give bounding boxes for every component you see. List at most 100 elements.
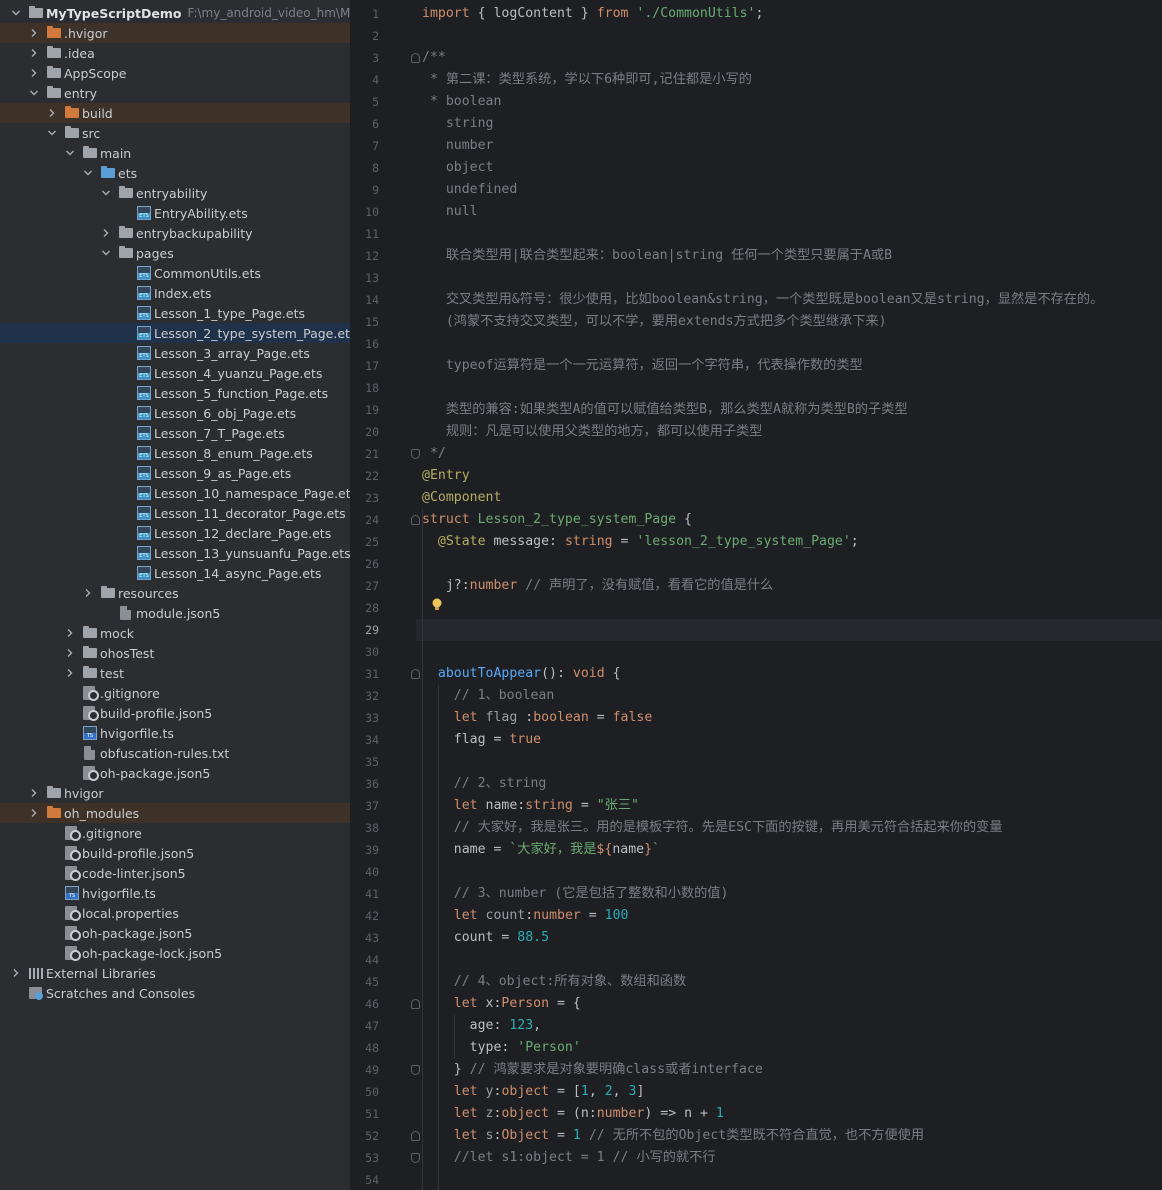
tree-item[interactable]: .gitignore [0, 823, 350, 843]
code-line[interactable]: import { logContent } from './CommonUtil… [422, 3, 763, 25]
tree-item[interactable]: External Libraries [0, 963, 350, 983]
code-line[interactable]: flag = true [422, 729, 541, 751]
code-line[interactable]: name = `大家好，我是${name}` [422, 839, 660, 861]
fold-marker-icon[interactable] [411, 53, 420, 63]
chevron-right-icon[interactable] [46, 107, 58, 119]
code-line[interactable]: j?:number // 声明了，没有赋值，看看它的值是什么 [422, 575, 773, 597]
code-line[interactable]: (鸿蒙不支持交叉类型，可以不学，要用extends方式把多个类型继承下来) [422, 311, 887, 333]
tree-item[interactable]: Lesson_2_type_system_Page.ets [0, 323, 350, 343]
code-line[interactable]: 规则：凡是可以使用父类型的地方，都可以使用子类型 [422, 421, 763, 443]
code-line[interactable]: @State message: string = 'lesson_2_type_… [422, 531, 859, 553]
code-line[interactable]: typeof运算符是一个一元运算符，返回一个字符串，代表操作数的类型 [422, 355, 863, 377]
chevron-down-icon[interactable] [64, 147, 76, 159]
code-line[interactable]: // 4、object:所有对象、数组和函数 [422, 971, 686, 993]
tree-item[interactable]: entryability [0, 183, 350, 203]
tree-item[interactable]: .hvigor [0, 23, 350, 43]
chevron-down-icon[interactable] [28, 87, 40, 99]
chevron-right-icon[interactable] [28, 787, 40, 799]
tree-item[interactable]: main [0, 143, 350, 163]
tree-item[interactable]: EntryAbility.ets [0, 203, 350, 223]
tree-item[interactable]: Lesson_14_async_Page.ets [0, 563, 350, 583]
fold-marker-icon[interactable] [411, 1131, 420, 1141]
tree-item[interactable]: hvigor [0, 783, 350, 803]
code-line[interactable]: @Component [422, 487, 501, 509]
code-line[interactable]: //let s1:object = 1 // 小写的就不行 [422, 1147, 716, 1169]
chevron-right-icon[interactable] [82, 587, 94, 599]
code-line[interactable]: @Entry [422, 465, 470, 487]
tree-item[interactable]: Lesson_6_obj_Page.ets [0, 403, 350, 423]
code-line[interactable]: } // 鸿蒙要求是对象要明确class或者interface [422, 1059, 763, 1081]
chevron-down-icon[interactable] [46, 127, 58, 139]
fold-marker-icon[interactable] [411, 999, 420, 1009]
tree-item[interactable]: ets [0, 163, 350, 183]
chevron-down-icon[interactable] [10, 7, 22, 19]
code-line[interactable]: string [422, 113, 494, 135]
tree-item[interactable]: Lesson_9_as_Page.ets [0, 463, 350, 483]
tree-item[interactable]: Lesson_7_T_Page.ets [0, 423, 350, 443]
tree-item[interactable]: ohosTest [0, 643, 350, 663]
tree-item[interactable]: .gitignore [0, 683, 350, 703]
tree-item[interactable]: Lesson_5_function_Page.ets [0, 383, 350, 403]
tree-item[interactable]: mock [0, 623, 350, 643]
chevron-right-icon[interactable] [64, 667, 76, 679]
chevron-right-icon[interactable] [28, 47, 40, 59]
tree-item[interactable]: Scratches and Consoles [0, 983, 350, 1003]
code-line[interactable]: type: 'Person' [422, 1037, 581, 1059]
code-line[interactable]: undefined [422, 179, 517, 201]
chevron-right-icon[interactable] [28, 807, 40, 819]
code-line[interactable]: let y:object = [1, 2, 3] [422, 1081, 645, 1103]
chevron-right-icon[interactable] [10, 967, 22, 979]
tree-item[interactable]: local.properties [0, 903, 350, 923]
tree-item[interactable]: entry [0, 83, 350, 103]
tree-item[interactable]: oh-package-lock.json5 [0, 943, 350, 963]
tree-item[interactable]: Lesson_4_yuanzu_Page.ets [0, 363, 350, 383]
chevron-down-icon[interactable] [100, 187, 112, 199]
tree-item[interactable]: AppScope [0, 63, 350, 83]
tree-item[interactable]: hvigorfile.ts [0, 723, 350, 743]
code-line[interactable]: age: 123, [422, 1015, 542, 1037]
tree-item[interactable]: CommonUtils.ets [0, 263, 350, 283]
tree-item[interactable]: oh_modules [0, 803, 350, 823]
tree-item[interactable]: build-profile.json5 [0, 843, 350, 863]
tree-item[interactable]: oh-package.json5 [0, 923, 350, 943]
code-line[interactable]: let x:Person = { [422, 993, 581, 1015]
chevron-right-icon[interactable] [100, 227, 112, 239]
code-line[interactable]: 类型的兼容:如果类型A的值可以赋值给类型B，那么类型A就称为类型B的子类型 [422, 399, 908, 421]
code-line[interactable]: // 3、number (它是包括了整数和小数的值) [422, 883, 729, 905]
tree-item[interactable]: Lesson_8_enum_Page.ets [0, 443, 350, 463]
code-line[interactable]: number [422, 135, 494, 157]
tree-item[interactable]: hvigorfile.ts [0, 883, 350, 903]
tree-item[interactable]: Lesson_11_decorator_Page.ets [0, 503, 350, 523]
chevron-down-icon[interactable] [82, 167, 94, 179]
tree-item[interactable]: pages [0, 243, 350, 263]
tree-item[interactable]: build-profile.json5 [0, 703, 350, 723]
chevron-down-icon[interactable] [100, 247, 112, 259]
code-line[interactable]: count = 88.5 [422, 927, 549, 949]
code-line[interactable]: /** [422, 47, 446, 69]
tree-item[interactable]: module.json5 [0, 603, 350, 623]
tree-item[interactable]: oh-package.json5 [0, 763, 350, 783]
code-line[interactable]: let count:number = 100 [422, 905, 629, 927]
fold-marker-icon[interactable] [411, 1153, 420, 1163]
tree-item[interactable]: .idea [0, 43, 350, 63]
chevron-right-icon[interactable] [64, 627, 76, 639]
code-line[interactable]: aboutToAppear(): void { [422, 663, 621, 685]
code-line[interactable]: // 大家好，我是张三。用的是模板字符。先是ESC下面的按键，再用美元符合括起来… [422, 817, 1003, 839]
code-line[interactable]: // 1、boolean [422, 685, 555, 707]
lightbulb-icon[interactable] [431, 598, 443, 612]
code-line[interactable]: let name:string = "张三" [422, 795, 639, 817]
code-line[interactable]: let flag :boolean = false [422, 707, 653, 729]
tree-item[interactable]: build [0, 103, 350, 123]
chevron-right-icon[interactable] [64, 647, 76, 659]
code-editor[interactable]: 1 2 3 4 5 6 7 8 9 10 11 12 13 14 15 16 17 18 19 20 21 22 23 24 2… [351, 0, 1162, 1190]
code-line[interactable]: * boolean [422, 91, 501, 113]
tree-item[interactable]: Lesson_3_array_Page.ets [0, 343, 350, 363]
code-line[interactable]: let s:Object = 1 // 无所不包的Object类型既不符合直觉，… [422, 1125, 924, 1147]
tree-item[interactable]: Lesson_10_namespace_Page.ets [0, 483, 350, 503]
code-line[interactable]: let z:object = (n:number) => n + 1 [422, 1103, 724, 1125]
tree-item[interactable]: MyTypeScriptDemo F:\my_android_video_hm\M… [0, 3, 350, 23]
tree-item[interactable]: obfuscation-rules.txt [0, 743, 350, 763]
chevron-right-icon[interactable] [28, 67, 40, 79]
code-line[interactable]: 交叉类型用&符号：很少使用，比如boolean&string，一个类型既是boo… [422, 289, 1104, 311]
fold-marker-icon[interactable] [411, 449, 420, 459]
